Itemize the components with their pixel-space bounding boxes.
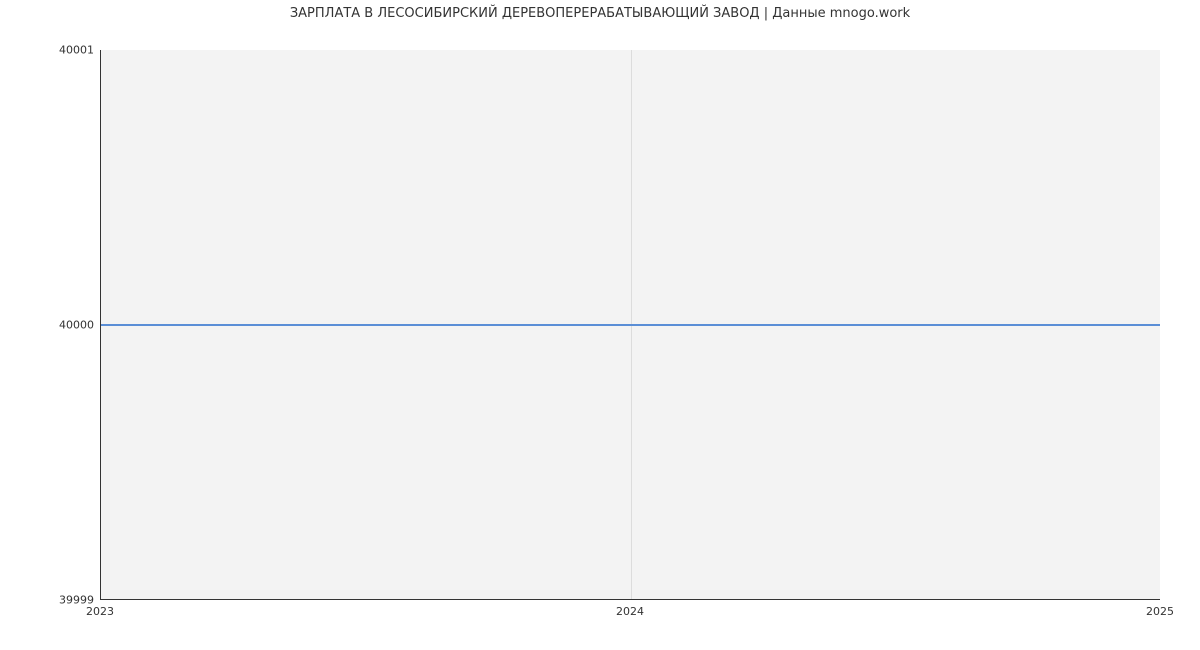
y-tick-label: 39999 <box>0 594 94 607</box>
chart-title: ЗАРПЛАТА В ЛЕСОСИБИРСКИЙ ДЕРЕВОПЕРЕРАБАТ… <box>0 6 1200 21</box>
x-tick-label: 2025 <box>1146 605 1174 618</box>
y-tick-label: 40000 <box>0 319 94 332</box>
plot-area <box>100 50 1160 600</box>
series-line-salary <box>101 324 1160 326</box>
x-tick-label: 2024 <box>616 605 644 618</box>
chart-container: ЗАРПЛАТА В ЛЕСОСИБИРСКИЙ ДЕРЕВОПЕРЕРАБАТ… <box>0 0 1200 650</box>
x-tick-label: 2023 <box>86 605 114 618</box>
y-tick-label: 40001 <box>0 44 94 57</box>
